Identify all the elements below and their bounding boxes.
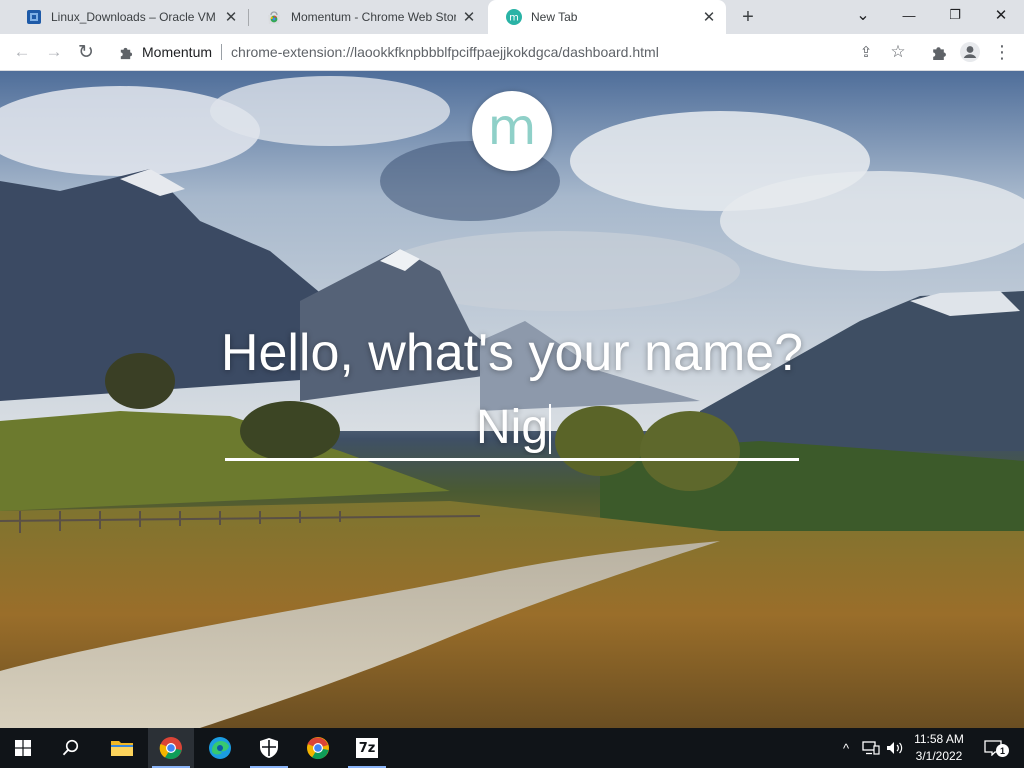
chrome-alt-icon[interactable] (295, 728, 341, 768)
reload-button[interactable]: ↻ (72, 38, 100, 66)
name-input[interactable] (225, 397, 799, 461)
address-divider (221, 44, 223, 60)
menu-kebab-icon[interactable]: ⋮ (988, 38, 1016, 66)
system-clock[interactable]: 11:58 AM 3/1/2022 (905, 731, 973, 765)
momentum-dashboard: m Hello, what's your name? (0, 71, 1024, 728)
new-tab-button[interactable]: + (736, 5, 760, 29)
url-text[interactable]: chrome-extension://laookkfknpbbblfpciffp… (231, 44, 659, 60)
profile-avatar-icon[interactable] (956, 38, 984, 66)
back-button[interactable]: ← (8, 38, 36, 66)
tab-title: New Tab (531, 10, 578, 24)
tab-new-tab[interactable]: m New Tab ✕ (488, 0, 726, 34)
forward-button[interactable]: → (40, 38, 68, 66)
tab-strip: Linux_Downloads – Oracle VM V ✕ Momentum… (0, 0, 1024, 34)
browser-toolbar: ← → ↻ Momentum chrome-extension://laookk… (0, 34, 1024, 71)
tab-title: Linux_Downloads – Oracle VM V (51, 10, 218, 24)
chrome-icon[interactable] (148, 728, 194, 768)
name-prompt-heading: Hello, what's your name? (220, 324, 804, 382)
address-bar[interactable]: Momentum chrome-extension://laookkfknpbb… (108, 37, 918, 67)
close-tab-icon[interactable]: ✕ (700, 8, 718, 26)
close-tab-icon[interactable]: ✕ (460, 8, 478, 26)
search-icon[interactable] (48, 728, 94, 768)
tab-search-button[interactable]: ⌄ (840, 0, 886, 30)
edge-icon[interactable] (197, 728, 243, 768)
tab-title: Momentum - Chrome Web Store (291, 10, 456, 24)
tab-chrome-web-store[interactable]: Momentum - Chrome Web Store ✕ (248, 0, 486, 34)
momentum-icon: m (506, 9, 522, 25)
7zip-label: 7z (356, 738, 378, 758)
network-icon[interactable] (860, 728, 882, 768)
taskbar: 7z ^ 11:58 AM 3/1/2022 1 (0, 728, 1024, 768)
chrome-web-store-icon (266, 9, 282, 25)
clock-time: 11:58 AM (914, 732, 964, 746)
file-explorer-icon[interactable] (99, 728, 145, 768)
7zip-icon[interactable]: 7z (344, 728, 390, 768)
volume-icon[interactable] (884, 728, 906, 768)
extensions-icon[interactable] (924, 38, 952, 66)
extension-puzzle-icon (118, 45, 136, 60)
close-tab-icon[interactable]: ✕ (222, 8, 240, 26)
restore-button[interactable]: ❐ (932, 0, 978, 30)
momentum-favicon-letter: m (509, 13, 519, 24)
start-icon[interactable] (0, 728, 46, 768)
site-name: Momentum (142, 44, 213, 60)
momentum-logo: m (472, 91, 552, 171)
virtualbox-icon (26, 9, 42, 25)
notification-count-badge: 1 (996, 744, 1009, 757)
text-caret (549, 404, 551, 454)
tray-chevron-icon[interactable]: ^ (836, 728, 856, 768)
bookmark-star-icon[interactable]: ☆ (884, 38, 912, 66)
security-icon[interactable] (246, 728, 292, 768)
close-window-button[interactable]: ✕ (978, 0, 1024, 30)
share-icon[interactable]: ⇪ (852, 38, 880, 66)
minimize-button[interactable]: — (886, 0, 932, 30)
clock-date: 3/1/2022 (915, 749, 963, 763)
tab-virtualbox[interactable]: Linux_Downloads – Oracle VM V ✕ (8, 0, 248, 34)
